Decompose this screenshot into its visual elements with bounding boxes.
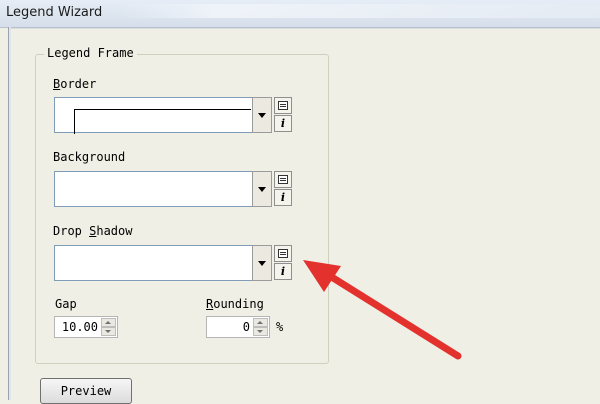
red-arrow-shaft (326, 272, 462, 360)
red-arrow-annotation (303, 260, 462, 360)
